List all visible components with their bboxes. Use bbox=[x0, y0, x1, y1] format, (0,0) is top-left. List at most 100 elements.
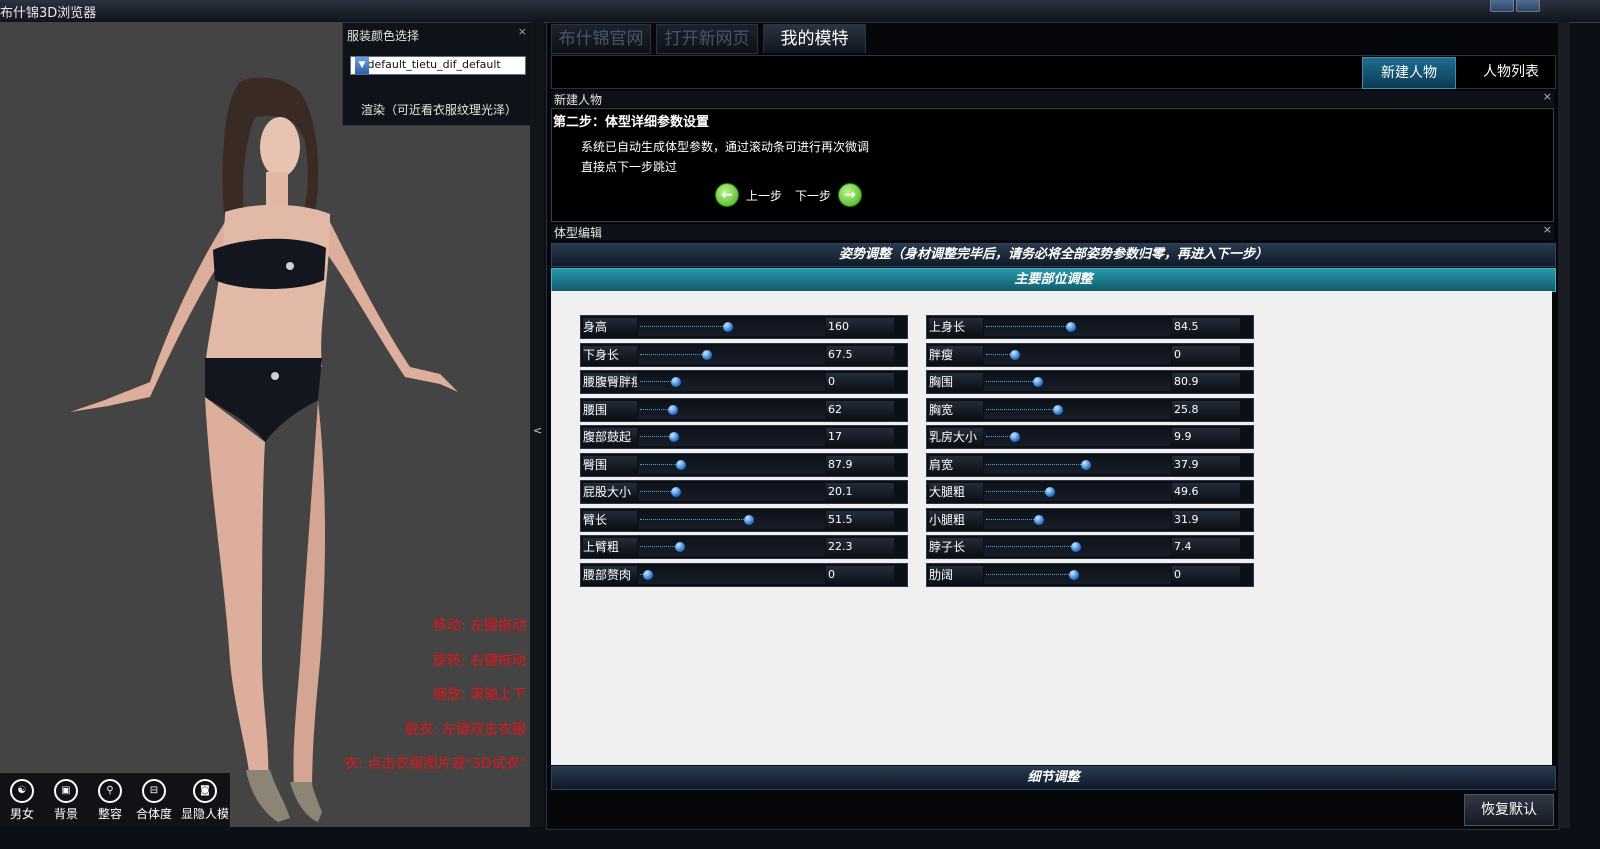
param-value: 25.8 bbox=[1172, 400, 1240, 419]
main-parts-bar[interactable]: 主要部位调整 bbox=[551, 268, 1556, 292]
param-label: 乳房大小 bbox=[929, 428, 983, 446]
param-slider[interactable] bbox=[984, 373, 1171, 391]
restore-button[interactable] bbox=[1516, 0, 1540, 12]
slider-handle[interactable] bbox=[671, 377, 682, 387]
slider-handle[interactable] bbox=[667, 404, 678, 415]
param-value: 62 bbox=[826, 400, 894, 419]
close-icon[interactable]: × bbox=[1543, 90, 1552, 103]
prev-step-button[interactable]: 上一步 bbox=[746, 187, 782, 204]
slider-fill bbox=[986, 326, 1068, 329]
param-slider[interactable] bbox=[984, 455, 1171, 474]
param-slider[interactable] bbox=[638, 565, 825, 584]
param-row: 肋阔 0 bbox=[926, 562, 1254, 587]
texture-select[interactable]: 2_default_tietu_dif_default ▼ bbox=[350, 56, 526, 75]
step-skip-note: 直接点下一步跳过 bbox=[581, 160, 678, 174]
param-slider[interactable] bbox=[638, 428, 825, 446]
scrollbar[interactable] bbox=[1558, 22, 1570, 828]
fit-icon: ⊟ bbox=[142, 779, 166, 803]
hint-tryon: 衣: 点击衣服图片或"3D试衣" bbox=[344, 756, 526, 772]
slider-handle[interactable] bbox=[723, 322, 734, 332]
param-slider[interactable] bbox=[638, 318, 825, 336]
param-label: 身高 bbox=[583, 318, 637, 336]
param-slider[interactable] bbox=[984, 565, 1171, 584]
render-button[interactable]: 渲染（可近看衣服纹理光泽） bbox=[361, 101, 517, 118]
param-label: 肋阔 bbox=[929, 565, 983, 584]
gender-button[interactable]: ☯ 男女 bbox=[0, 777, 44, 823]
slider-fill bbox=[986, 491, 1047, 494]
fit-button[interactable]: ⊟ 合体度 bbox=[132, 777, 176, 823]
tab-open-webpage[interactable]: 打开新网页 bbox=[656, 24, 758, 54]
param-slider[interactable] bbox=[984, 538, 1171, 556]
slider-handle[interactable] bbox=[1053, 404, 1064, 415]
clothing-color-panel: 服装颜色选择 × 2_default_tietu_dif_default ▼ 渲… bbox=[342, 22, 532, 126]
background-button[interactable]: ▣ 背景 bbox=[44, 777, 88, 823]
model-viewport[interactable] bbox=[0, 22, 530, 827]
detail-adjust-bar[interactable]: 细节调整 bbox=[551, 766, 1556, 790]
param-slider[interactable] bbox=[638, 345, 825, 364]
tab-official-site[interactable]: 布什锦官网 bbox=[551, 24, 651, 54]
slider-fill bbox=[640, 353, 705, 357]
param-slider[interactable] bbox=[984, 428, 1171, 446]
body-edit-header: 体型编辑 × bbox=[551, 223, 1554, 240]
panel-splitter[interactable]: < bbox=[530, 22, 544, 827]
slider-fill bbox=[640, 546, 677, 549]
chevron-down-icon[interactable]: ▼ bbox=[355, 57, 369, 74]
close-icon[interactable]: × bbox=[1543, 223, 1552, 236]
close-icon[interactable]: × bbox=[518, 25, 527, 38]
param-slider[interactable] bbox=[984, 510, 1171, 529]
slider-handle[interactable] bbox=[1034, 514, 1045, 525]
param-label: 胸围 bbox=[929, 373, 983, 391]
next-step-button[interactable]: 下一步 bbox=[795, 187, 831, 204]
param-slider[interactable] bbox=[638, 483, 825, 501]
param-value: 80.9 bbox=[1172, 373, 1240, 391]
slider-handle[interactable] bbox=[702, 349, 713, 360]
pose-adjust-bar[interactable]: 姿势调整（身材调整完毕后，请务必将全部姿势参数归零，再进入下一步） bbox=[551, 243, 1556, 267]
param-slider[interactable] bbox=[638, 373, 825, 391]
param-slider[interactable] bbox=[984, 400, 1171, 419]
step-title: 第二步：体型详细参数设置 bbox=[553, 115, 710, 130]
slider-handle[interactable] bbox=[1032, 377, 1043, 387]
tool-label: 背景 bbox=[53, 807, 78, 821]
tab-my-model[interactable]: 我的模特 bbox=[763, 24, 866, 53]
cosmetic-button[interactable]: ⚲ 整容 bbox=[88, 777, 132, 823]
slider-handle[interactable] bbox=[1010, 432, 1021, 442]
slider-handle[interactable] bbox=[671, 487, 682, 497]
slider-handle[interactable] bbox=[1070, 542, 1081, 552]
param-label: 下身长 bbox=[583, 345, 637, 364]
tool-label: 显隐人模 bbox=[180, 807, 229, 821]
slider-handle[interactable] bbox=[1069, 569, 1080, 580]
param-value: 9.9 bbox=[1172, 428, 1240, 446]
minimize-button[interactable] bbox=[1490, 0, 1514, 12]
collapse-arrow-icon[interactable]: < bbox=[533, 424, 542, 437]
param-slider[interactable] bbox=[638, 400, 825, 419]
slider-handle[interactable] bbox=[743, 514, 754, 525]
param-slider[interactable] bbox=[638, 538, 825, 556]
param-label: 胖瘦 bbox=[929, 345, 983, 364]
param-slider[interactable] bbox=[638, 455, 825, 474]
gender-icon: ☯ bbox=[10, 779, 34, 803]
slider-handle[interactable] bbox=[676, 459, 687, 470]
slider-handle[interactable] bbox=[1044, 487, 1055, 497]
param-slider[interactable] bbox=[984, 483, 1171, 501]
new-person-button[interactable]: 新建人物 bbox=[1362, 57, 1456, 89]
param-slider[interactable] bbox=[638, 510, 825, 529]
slider-handle[interactable] bbox=[669, 432, 680, 442]
slider-handle[interactable] bbox=[1081, 459, 1092, 470]
slider-handle[interactable] bbox=[1010, 349, 1021, 360]
param-row: 下身长 67.5 bbox=[580, 342, 908, 367]
next-arrow-icon[interactable]: → bbox=[838, 183, 862, 207]
prev-arrow-icon[interactable]: ← bbox=[715, 183, 739, 207]
tool-label: 整容 bbox=[97, 807, 122, 821]
slider-handle[interactable] bbox=[674, 542, 685, 552]
slider-fill bbox=[640, 491, 674, 494]
param-slider[interactable] bbox=[984, 318, 1171, 336]
slider-handle[interactable] bbox=[1065, 322, 1076, 332]
background-icon: ▣ bbox=[54, 779, 78, 803]
person-list-button[interactable]: 人物列表 bbox=[1465, 57, 1557, 87]
param-row: 胸围 80.9 bbox=[926, 370, 1254, 394]
param-row: 腰腹臀胖瘦 0 bbox=[580, 370, 908, 394]
slider-handle[interactable] bbox=[643, 569, 654, 580]
reset-default-button[interactable]: 恢复默认 bbox=[1464, 794, 1554, 826]
toggle-mannequin-button[interactable]: ◙ 显隐人模 bbox=[180, 777, 230, 823]
param-slider[interactable] bbox=[984, 345, 1171, 364]
